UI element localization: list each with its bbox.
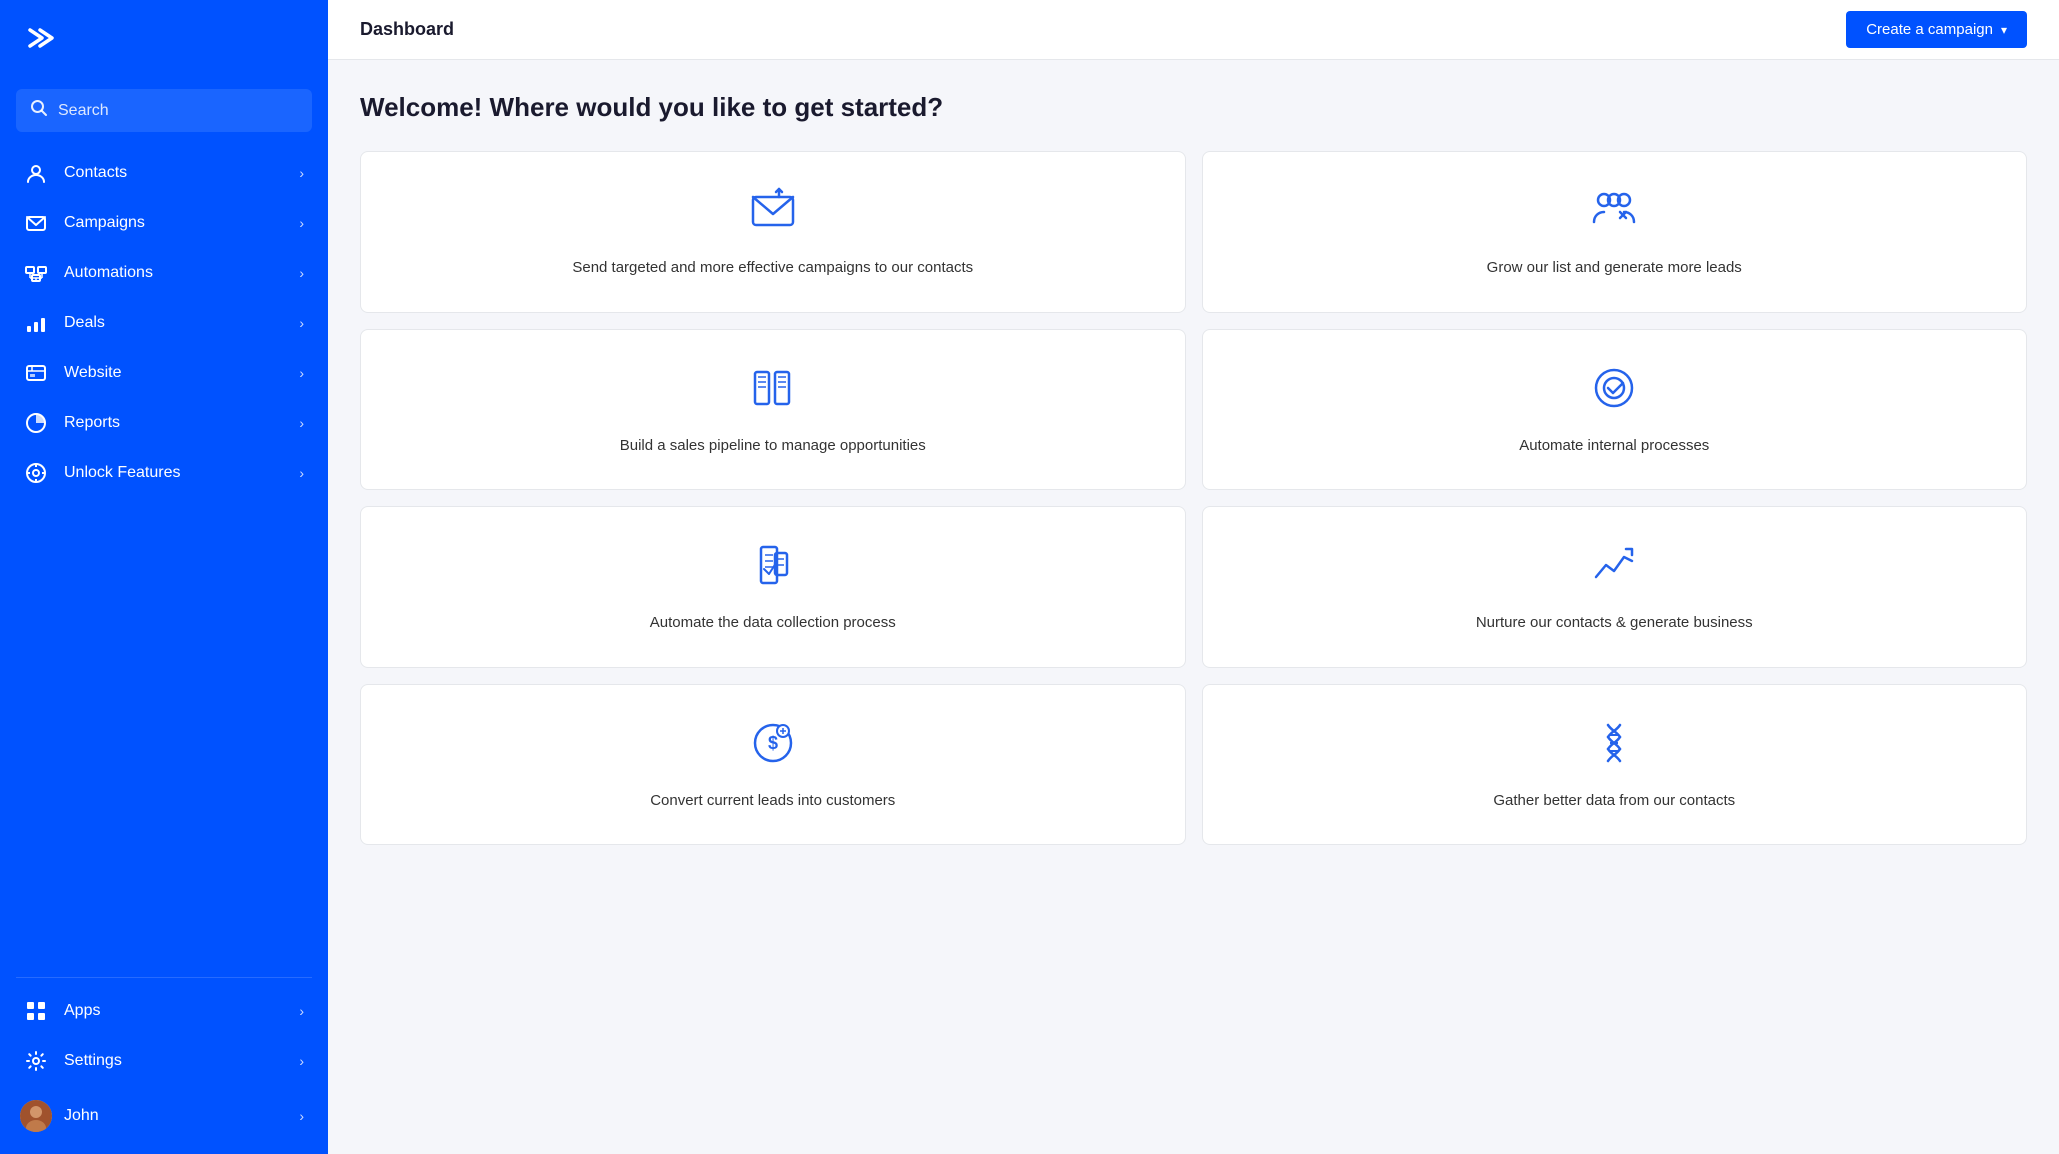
cards-grid: Send targeted and more effective campaig… xyxy=(360,151,2027,845)
email-card-icon xyxy=(747,184,799,241)
create-campaign-button[interactable]: Create a campaign ▾ xyxy=(1846,11,2027,48)
bottom-section: Apps › Settings › xyxy=(0,986,328,1154)
nurture-card-icon xyxy=(1588,539,1640,596)
campaigns-chevron-icon: › xyxy=(299,215,304,231)
sidebar-item-unlock-features-label: Unlock Features xyxy=(64,464,283,482)
sidebar-item-website[interactable]: Website › xyxy=(0,348,328,398)
convert-card-icon: $ xyxy=(747,717,799,774)
gather-card-icon xyxy=(1588,717,1640,774)
sidebar-item-deals[interactable]: Deals › xyxy=(0,298,328,348)
sidebar-item-settings-label: Settings xyxy=(64,1052,283,1070)
card-gather[interactable]: Gather better data from our contacts xyxy=(1202,684,2028,846)
welcome-heading: Welcome! Where would you like to get sta… xyxy=(360,92,2027,123)
card-automate-text: Automate internal processes xyxy=(1519,435,1709,458)
sidebar-item-settings[interactable]: Settings › xyxy=(0,1036,328,1086)
search-bar[interactable]: Search xyxy=(16,89,312,132)
sidebar-item-unlock-features[interactable]: Unlock Features › xyxy=(0,448,328,498)
sidebar-item-reports[interactable]: Reports › xyxy=(0,398,328,448)
data-card-icon xyxy=(747,539,799,596)
unlock-features-chevron-icon: › xyxy=(299,465,304,481)
sidebar-item-apps[interactable]: Apps › xyxy=(0,986,328,1036)
sidebar-item-user-label: John xyxy=(64,1107,283,1125)
nav-divider xyxy=(16,977,312,978)
pipeline-card-icon xyxy=(747,362,799,419)
card-gather-text: Gather better data from our contacts xyxy=(1493,790,1735,813)
sidebar: Search Contacts › Campaigns › xyxy=(0,0,328,1154)
apps-chevron-icon: › xyxy=(299,1003,304,1019)
logo-icon xyxy=(24,20,60,61)
create-campaign-label: Create a campaign xyxy=(1866,21,1993,38)
card-data[interactable]: Automate the data collection process xyxy=(360,506,1186,668)
settings-icon xyxy=(24,1050,48,1072)
sidebar-item-deals-label: Deals xyxy=(64,314,283,332)
card-convert[interactable]: $ Convert current leads into customers xyxy=(360,684,1186,846)
sidebar-item-automations-label: Automations xyxy=(64,264,283,282)
card-pipeline-text: Build a sales pipeline to manage opportu… xyxy=(620,435,926,458)
sidebar-item-reports-label: Reports xyxy=(64,414,283,432)
card-automate[interactable]: Automate internal processes xyxy=(1202,329,2028,491)
content-area: Welcome! Where would you like to get sta… xyxy=(328,60,2059,1154)
campaigns-icon xyxy=(24,212,48,234)
automations-chevron-icon: › xyxy=(299,265,304,281)
sidebar-item-website-label: Website xyxy=(64,364,283,382)
page-title: Dashboard xyxy=(360,19,454,40)
settings-chevron-icon: › xyxy=(299,1053,304,1069)
card-pipeline[interactable]: Build a sales pipeline to manage opportu… xyxy=(360,329,1186,491)
card-leads[interactable]: Grow our list and generate more leads xyxy=(1202,151,2028,313)
top-bar: Dashboard Create a campaign ▾ xyxy=(328,0,2059,60)
sidebar-item-automations[interactable]: Automations › xyxy=(0,248,328,298)
card-nurture-text: Nurture our contacts & generate business xyxy=(1476,612,1753,635)
create-campaign-chevron-icon: ▾ xyxy=(2001,23,2007,37)
leads-card-icon xyxy=(1588,184,1640,241)
main-content: Dashboard Create a campaign ▾ Welcome! W… xyxy=(328,0,2059,1154)
reports-icon xyxy=(24,412,48,434)
apps-icon xyxy=(24,1000,48,1022)
card-leads-text: Grow our list and generate more leads xyxy=(1487,257,1742,280)
avatar xyxy=(24,1100,48,1132)
reports-chevron-icon: › xyxy=(299,415,304,431)
contacts-chevron-icon: › xyxy=(299,165,304,181)
sidebar-item-apps-label: Apps xyxy=(64,1002,283,1020)
automations-icon xyxy=(24,262,48,284)
search-label: Search xyxy=(58,102,109,120)
sidebar-item-contacts[interactable]: Contacts › xyxy=(0,148,328,198)
user-chevron-icon: › xyxy=(299,1108,304,1124)
contacts-icon xyxy=(24,162,48,184)
deals-chevron-icon: › xyxy=(299,315,304,331)
sidebar-item-campaigns[interactable]: Campaigns › xyxy=(0,198,328,248)
card-data-text: Automate the data collection process xyxy=(650,612,896,635)
card-campaigns-text: Send targeted and more effective campaig… xyxy=(572,257,973,280)
website-icon xyxy=(24,362,48,384)
website-chevron-icon: › xyxy=(299,365,304,381)
automate-card-icon xyxy=(1588,362,1640,419)
sidebar-item-campaigns-label: Campaigns xyxy=(64,214,283,232)
sidebar-item-contacts-label: Contacts xyxy=(64,164,283,182)
search-icon xyxy=(30,99,48,122)
card-convert-text: Convert current leads into customers xyxy=(650,790,895,813)
sidebar-item-user[interactable]: John › xyxy=(0,1086,328,1146)
nav-section: Contacts › Campaigns › xyxy=(0,148,328,969)
card-nurture[interactable]: Nurture our contacts & generate business xyxy=(1202,506,2028,668)
card-campaigns[interactable]: Send targeted and more effective campaig… xyxy=(360,151,1186,313)
svg-text:$: $ xyxy=(768,733,778,753)
deals-icon xyxy=(24,312,48,334)
unlock-features-icon xyxy=(24,462,48,484)
sidebar-logo xyxy=(0,0,328,81)
